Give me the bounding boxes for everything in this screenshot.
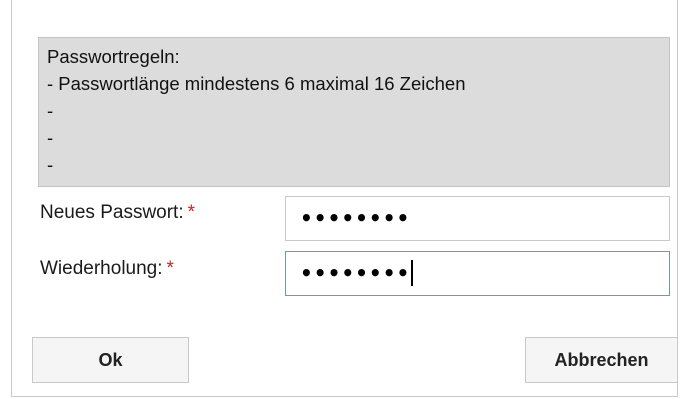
required-marker: * [166,258,174,279]
cancel-button-label: Abbrechen [554,349,649,370]
ok-button-label: Ok [98,349,123,370]
rule-line: - [47,154,54,175]
ok-button[interactable]: Ok [32,337,189,383]
repeat-password-label: Wiederholung: * [40,258,174,280]
rule-line: - Passwortlänge mindestens 6 maximal 16 … [47,73,466,94]
change-password-dialog: Passwortregeln: - Passwortlänge mindeste… [11,0,678,397]
cancel-button[interactable]: Abbrechen [525,337,678,383]
text-caret [411,259,414,286]
required-marker: * [187,202,196,223]
rule-line: - [47,127,54,148]
new-password-field[interactable]: •••••••• [285,196,670,241]
new-password-label-text: Neues Passwort: [40,202,184,223]
new-password-value: •••••••• [300,206,411,230]
repeat-password-label-text: Wiederholung: [40,258,163,279]
rule-line: - [47,100,54,121]
repeat-password-field[interactable]: •••••••• [285,251,670,296]
repeat-password-value: •••••••• [300,261,411,285]
new-password-label: Neues Passwort: * [40,202,195,224]
rules-heading: Passwortregeln: [47,46,180,67]
password-rules-box: Passwortregeln: - Passwortlänge mindeste… [38,37,670,187]
